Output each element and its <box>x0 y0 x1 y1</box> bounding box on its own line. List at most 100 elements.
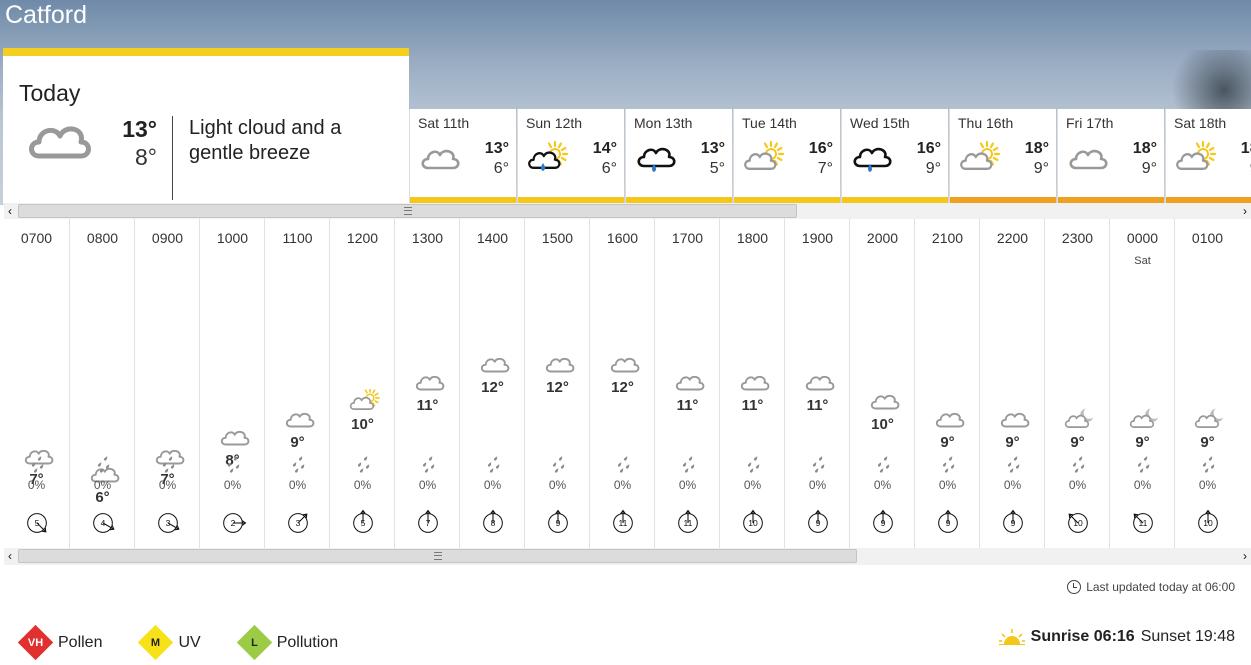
hour-column[interactable]: 1900 11° 0% 9 <box>784 219 849 549</box>
hour-time: 0000 <box>1126 230 1159 246</box>
cloud-icon <box>478 352 510 376</box>
hour-time: 1400 <box>476 230 509 246</box>
wind-speed: 11 <box>1139 518 1148 528</box>
level-diamond-icon: M <box>138 624 174 661</box>
wind-direction-icon: 9 <box>938 509 958 533</box>
today-panel[interactable]: Today 13° 8° Light cloud and a gentle br… <box>3 48 409 204</box>
cloud-icon <box>933 407 965 431</box>
raindrops-icon <box>942 456 955 473</box>
hour-column[interactable]: 1500 12° 0% 9 <box>524 219 589 549</box>
scroll-right-arrow[interactable]: › <box>1243 204 1247 218</box>
day-tab[interactable]: Thu 16th 18° 9° <box>949 109 1056 204</box>
raindrops-icon <box>877 456 890 473</box>
hour-column[interactable]: 2000 10° 0% 9 <box>849 219 914 549</box>
divider <box>172 116 173 200</box>
hour-temp: 10° <box>351 415 374 433</box>
day-tab[interactable]: Wed 15th 16° 9° <box>841 109 948 204</box>
day-tab[interactable]: Sun 12th 14° 6° <box>517 109 624 204</box>
scroll-thumb[interactable] <box>18 549 857 563</box>
day-tab[interactable]: Sat 18th18°9° <box>1165 109 1251 204</box>
hour-time: 2100 <box>931 230 964 246</box>
wind-direction-icon: 5 <box>27 513 47 533</box>
raindrops-icon <box>31 456 44 473</box>
sun-times: Sunrise 06:16 Sunset 19:48 <box>998 628 1235 646</box>
wind-speed: 10 <box>1203 518 1213 528</box>
hour-column[interactable]: 1200 10° 0% 5 <box>329 219 394 549</box>
rain-cloud-icon <box>850 139 892 177</box>
day-tab[interactable]: Fri 17th 18° 9° <box>1057 109 1164 204</box>
hour-column[interactable]: 1000 8° 0% 2 <box>199 219 264 549</box>
day-min-temp: 6° <box>601 160 617 177</box>
hour-column[interactable]: 0900 7° 0% 3 <box>134 219 199 549</box>
scroll-right-arrow[interactable]: › <box>1243 549 1247 563</box>
cloud-icon <box>803 370 835 394</box>
cloud-icon <box>218 425 250 449</box>
today-min-temp: 8° <box>135 144 157 170</box>
moon-cloud-icon <box>1063 407 1095 431</box>
level-code: L <box>250 636 258 649</box>
rain-chance: 0% <box>1068 478 1087 492</box>
hour-column[interactable]: 0700 7° 0% 5 <box>4 219 69 549</box>
level-code: M <box>151 636 161 649</box>
hour-time: 0900 <box>151 230 184 246</box>
hour-column[interactable]: 1300 11° 0% 7 <box>394 219 459 549</box>
wind-speed: 10 <box>748 518 758 528</box>
hour-column[interactable]: 1400 12° 0% 8 <box>459 219 524 549</box>
hour-column[interactable]: 0000 Sat 9° 0% 11 <box>1109 219 1174 549</box>
wind-direction-icon: 3 <box>158 513 180 533</box>
hour-temp: 12° <box>481 379 504 396</box>
badge-label: Pollution <box>276 633 339 651</box>
wind-speed: 5 <box>361 518 366 528</box>
hour-column[interactable]: 2200 9° 0% 9 <box>979 219 1044 549</box>
cloud-icon <box>738 370 770 394</box>
hour-column[interactable]: 1800 11° 0% 10 <box>719 219 784 549</box>
day-name: Sun 12th <box>526 115 583 131</box>
hour-temp: 12° <box>611 379 634 396</box>
days-scrollbar[interactable]: ‹ › <box>4 203 1251 220</box>
wind-speed: 9 <box>1011 518 1016 528</box>
scroll-left-arrow[interactable]: ‹ <box>8 204 12 218</box>
wind-direction-icon: 9 <box>873 509 893 533</box>
cloud-icon <box>283 407 315 431</box>
raindrops-icon <box>617 456 630 473</box>
wind-direction-icon: 7 <box>418 509 438 533</box>
wind-speed: 9 <box>556 518 561 528</box>
hour-column[interactable]: 1600 12° 0% 11 <box>589 219 654 549</box>
raindrops-icon <box>227 456 240 473</box>
rain-chance: 0% <box>93 478 112 492</box>
day-min-temp: 7° <box>817 160 833 177</box>
hour-column[interactable]: 1100 9° 0% 3 <box>264 219 329 549</box>
level-diamond-icon: VH <box>17 624 54 661</box>
day-tab[interactable]: Sat 11th 13° 6° <box>409 109 516 204</box>
badge-pollen[interactable]: VH Pollen <box>17 624 102 661</box>
scroll-left-arrow[interactable]: ‹ <box>8 549 12 563</box>
moon-cloud-icon <box>1128 407 1160 431</box>
day-tab[interactable]: Mon 13th 13° 5° <box>625 109 732 204</box>
hour-column[interactable]: 2300 9° 0% 10 <box>1044 219 1109 549</box>
day-tab[interactable]: Tue 14th 16° 7° <box>733 109 840 204</box>
hour-column[interactable]: 0800 6° 0% 4 <box>69 219 134 549</box>
hour-day-label: Sat <box>1134 255 1151 267</box>
hour-column[interactable]: 0100 9° 0% 10 <box>1174 219 1239 549</box>
hour-column[interactable]: 2100 9° 0% 9 <box>914 219 979 549</box>
hour-time: 1200 <box>346 230 379 246</box>
sun-cloud-icon <box>958 139 1001 177</box>
sun-cloud-icon <box>742 139 785 177</box>
day-name: Fri 17th <box>1066 115 1114 131</box>
scroll-thumb[interactable] <box>18 204 797 218</box>
rain-chance: 0% <box>418 478 437 492</box>
level-code: VH <box>27 636 44 649</box>
hourly-scrollbar[interactable]: ‹ › <box>4 548 1251 565</box>
hour-temp: 10° <box>871 415 894 433</box>
hour-column[interactable]: 1700 11° 0% 11 <box>654 219 719 549</box>
hour-time: 1800 <box>736 230 769 246</box>
wind-speed: 7 <box>426 518 431 528</box>
clock-icon <box>1067 580 1082 594</box>
level-diamond-icon: L <box>236 624 272 661</box>
hour-time: 1700 <box>671 230 704 246</box>
badge-pollution[interactable]: L Pollution <box>236 624 339 661</box>
wind-direction-icon: 11 <box>678 509 698 533</box>
rain-cloud-icon <box>634 139 676 177</box>
badge-uv[interactable]: M UV <box>138 624 201 661</box>
rain-chance: 0% <box>223 478 242 492</box>
